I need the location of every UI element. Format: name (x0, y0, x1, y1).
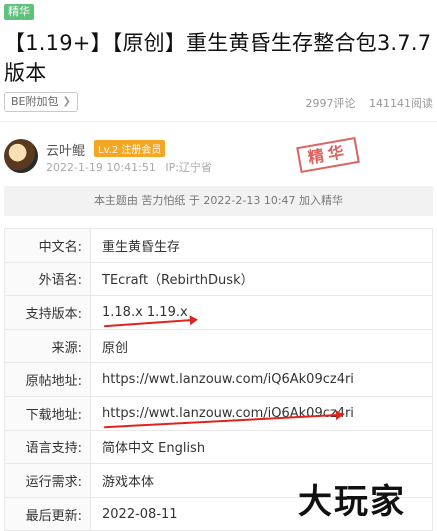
watermark-logo: 大玩家 (298, 482, 406, 522)
row-value: 原创 (90, 328, 433, 364)
row-key: 下载地址: (4, 395, 91, 431)
read-count: 141141阅读 (369, 97, 433, 110)
row-key: 支持版本: (4, 295, 91, 330)
table-row: 支持版本: 1.18.x 1.19.x (4, 295, 433, 330)
plugin-button[interactable]: BE附加包 ❯ (4, 92, 78, 112)
level-badge: Lv.2 注册会员 (94, 140, 166, 157)
plugin-label: BE附加包 (11, 95, 59, 108)
row-key: 中文名: (4, 228, 91, 263)
row-key: 来源: (4, 328, 91, 364)
table-row: 来源: 原创 (4, 328, 433, 364)
author-name[interactable]: 云叶鲲 (46, 140, 85, 159)
row-key: 外语名: (4, 261, 91, 297)
table-row: 下载地址: https://wwt.lanzouw.com/iQ6Ak09cz4r… (4, 395, 433, 431)
row-value: 重生黄昏生存 (90, 228, 433, 263)
source-link[interactable]: https://wwt.lanzouw.com/iQ6Ak09cz4ri (90, 362, 433, 397)
chevron-right-icon: ❯ (62, 96, 71, 107)
divider (0, 121, 437, 122)
essence-stamp: 精华 (296, 136, 360, 174)
row-value: 简体中文 English (90, 429, 433, 465)
post-meta: 2022-1-19 10:41:51 IP:辽宁省 (46, 159, 212, 175)
post-title: 【1.19+】【原创】重生黄昏生存整合包3.7.7版本 (4, 31, 432, 85)
table-row: 中文名: 重生黄昏生存 (4, 228, 433, 263)
avatar[interactable] (4, 139, 38, 173)
comment-count: 2997评论 (305, 97, 356, 110)
table-row: 外语名: TEcraft（RebirthDusk） (4, 261, 433, 297)
table-row: 语言支持: 简体中文 English (4, 429, 433, 465)
row-key: 最后更新: (4, 496, 91, 531)
row-key: 原帖地址: (4, 362, 91, 397)
row-key: 语言支持: (4, 429, 91, 465)
row-value: TEcraft（RebirthDusk） (90, 261, 433, 297)
post-date: 2022-1-19 10:41:51 (46, 161, 156, 174)
essence-note: 本主题由 苦力怕纸 于 2022-2-13 10:47 加入精华 (4, 186, 433, 216)
post-stats: 2997评论 141141阅读 (306, 95, 434, 111)
table-row: 原帖地址: https://wwt.lanzouw.com/iQ6Ak09cz4r… (4, 362, 433, 397)
row-key: 运行需求: (4, 463, 91, 498)
post-ip: IP:辽宁省 (165, 161, 212, 174)
essence-badge: 精华 (4, 4, 34, 20)
